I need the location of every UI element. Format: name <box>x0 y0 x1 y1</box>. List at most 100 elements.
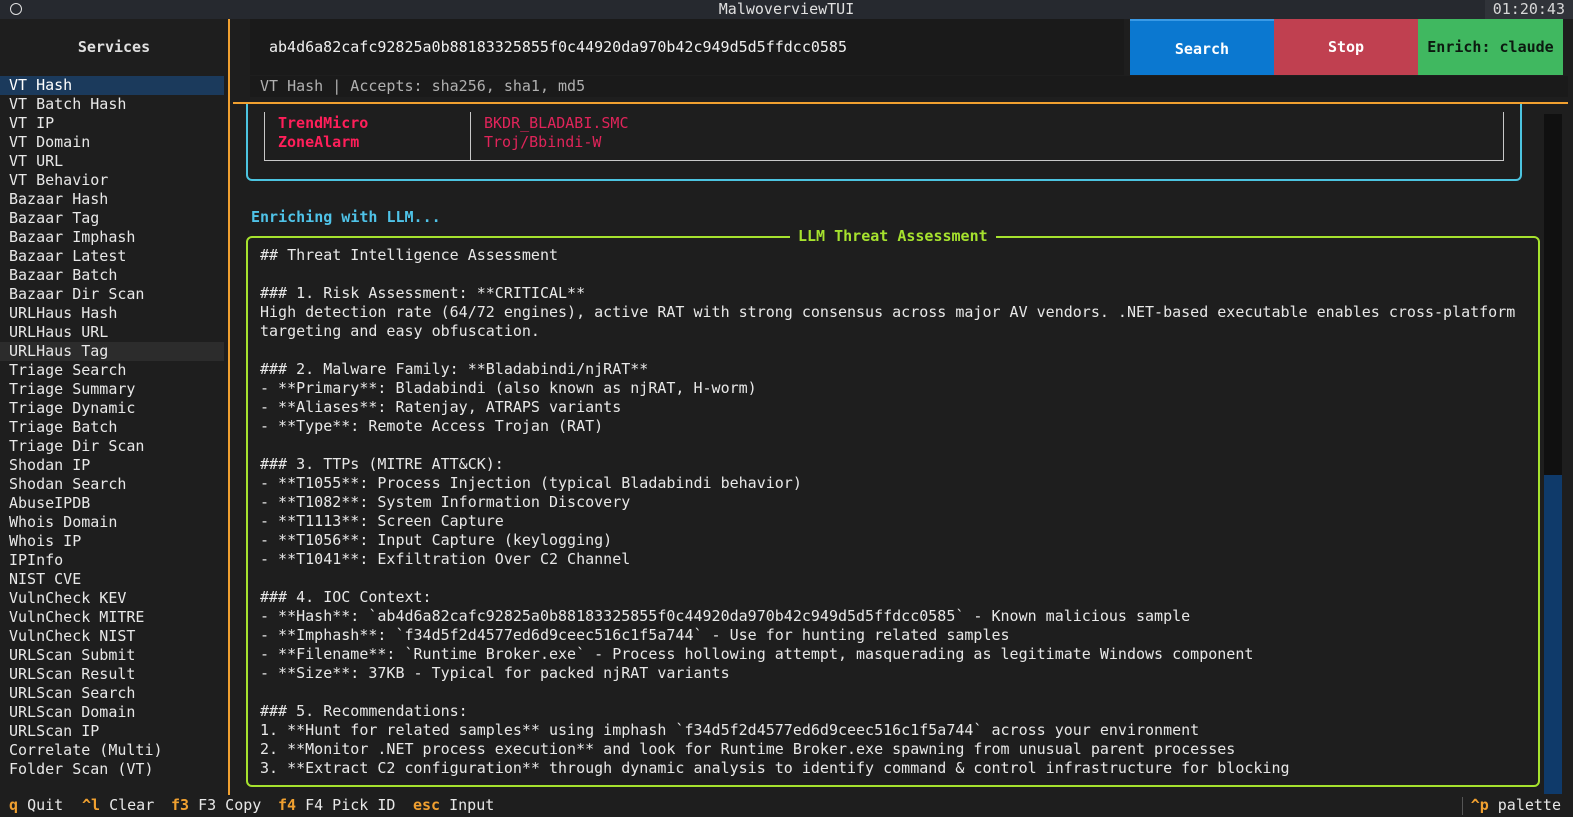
llm-text-line <box>260 683 1530 702</box>
sidebar-item[interactable]: URLHaus Tag <box>0 342 224 361</box>
sidebar-item[interactable]: VT IP <box>0 114 224 133</box>
sidebar-item[interactable]: URLScan IP <box>0 722 224 741</box>
sidebar-item[interactable]: Triage Summary <box>0 380 224 399</box>
key-label: esc <box>413 796 441 814</box>
key-label: ^p <box>1470 796 1489 814</box>
sidebar-item[interactable]: Triage Dir Scan <box>0 437 224 456</box>
llm-text-line: - **T1082**: System Information Discover… <box>260 493 631 511</box>
sidebar-item[interactable]: Triage Search <box>0 361 224 380</box>
av-vendor-cell: ZoneAlarm <box>278 133 360 151</box>
llm-text-line: 1. **Hunt for related samples** using im… <box>260 721 1200 739</box>
sidebar-item[interactable]: Bazaar Latest <box>0 247 224 266</box>
llm-text-line: - **T1113**: Screen Capture <box>260 512 504 530</box>
title-bar: MalwoverviewTUI 01:20:43 <box>0 0 1573 19</box>
sidebar-item[interactable]: Bazaar Hash <box>0 190 224 209</box>
sidebar-item[interactable]: URLScan Domain <box>0 703 224 722</box>
sidebar-item[interactable]: Bazaar Tag <box>0 209 224 228</box>
sidebar-item[interactable]: VulnCheck KEV <box>0 589 224 608</box>
av-table-column-divider <box>470 112 471 160</box>
llm-text-line: ### 1. Risk Assessment: **CRITICAL** <box>260 284 586 302</box>
services-sidebar: Services VT Hash VT Batch Hash VT IP VT Dom… <box>0 19 228 795</box>
sidebar-header: Services <box>77 38 151 56</box>
key-action: Clear <box>109 796 155 814</box>
sidebar-item[interactable]: VT Domain <box>0 133 224 152</box>
llm-panel-title: LLM Threat Assessment <box>790 227 996 246</box>
sidebar-item[interactable]: VT URL <box>0 152 224 171</box>
key-action: F3 Copy <box>198 796 262 814</box>
llm-text-line <box>260 265 1530 284</box>
sidebar-item[interactable]: Whois IP <box>0 532 224 551</box>
llm-text-line: 3. **Extract C2 configuration** through … <box>260 759 1290 777</box>
sidebar-item[interactable]: VulnCheck NIST <box>0 627 224 646</box>
sidebar-item[interactable]: Whois Domain <box>0 513 224 532</box>
llm-text-line: - **Primary**: Bladabindi (also known as… <box>260 379 757 397</box>
llm-text-line: - **Aliases**: Ratenjay, ATRAPS variants <box>260 398 622 416</box>
llm-text-line: - **T1055**: Process Injection (typical … <box>260 474 802 492</box>
keybinding-input[interactable]: esc Input <box>413 795 494 815</box>
llm-text-line: - **T1056**: Input Capture (keylogging) <box>260 531 613 549</box>
sidebar-item[interactable]: URLHaus Hash <box>0 304 224 323</box>
av-vendor-cell: TrendMicro <box>278 114 369 132</box>
keybinding-copy[interactable]: f3 F3 Copy <box>171 795 261 815</box>
sidebar-item[interactable]: URLScan Result <box>0 665 224 684</box>
sidebar-item[interactable]: VT Batch Hash <box>0 95 224 114</box>
search-button[interactable]: Search <box>1130 19 1274 75</box>
sidebar-item[interactable]: Folder Scan (VT) <box>0 760 224 779</box>
sidebar-divider <box>228 19 230 795</box>
sidebar-item[interactable]: AbuseIPDB <box>0 494 224 513</box>
sidebar-item[interactable]: VulnCheck MITRE <box>0 608 224 627</box>
sidebar-item[interactable]: URLScan Submit <box>0 646 224 665</box>
sidebar-item[interactable]: Shodan Search <box>0 475 224 494</box>
llm-text-line: - **T1041**: Exfiltration Over C2 Channe… <box>260 550 631 568</box>
llm-text-line: ### 5. Recommendations: <box>260 702 468 720</box>
llm-text-line <box>260 569 1530 588</box>
sidebar-item[interactable]: Triage Dynamic <box>0 399 224 418</box>
sidebar-item[interactable]: NIST CVE <box>0 570 224 589</box>
key-label: q <box>9 796 19 814</box>
llm-text-line: 2. **Monitor .NET process execution** an… <box>260 740 1236 758</box>
results-scrollbar-thumb[interactable] <box>1544 475 1562 794</box>
enrichment-status: Enriching with LLM... <box>251 208 441 226</box>
av-results-table <box>264 112 1504 161</box>
sidebar-item[interactable]: Bazaar Batch <box>0 266 224 285</box>
av-result-cell: BKDR_BLADABI.SMC <box>484 114 629 132</box>
hash-search-input[interactable]: ab4d6a82cafc92825a0b88183325855f0c44920d… <box>250 19 1124 75</box>
sidebar-item[interactable]: Triage Batch <box>0 418 224 437</box>
footer-keybindings: q Quit ^l Clear f3 F3 Copy f4 F4 Pick ID… <box>0 795 1573 817</box>
llm-text-line <box>260 341 1530 360</box>
llm-assessment-text: ## Threat Intelligence Assessment ### 1. … <box>260 246 1530 778</box>
llm-text-line: ### 4. IOC Context: <box>260 588 432 606</box>
key-label: f3 <box>171 796 190 814</box>
sidebar-item[interactable]: IPInfo <box>0 551 224 570</box>
sidebar-item[interactable]: URLScan Search <box>0 684 224 703</box>
sidebar-item[interactable]: VT Behavior <box>0 171 224 190</box>
sidebar-item[interactable]: Bazaar Imphash <box>0 228 224 247</box>
keybinding-clear[interactable]: ^l Clear <box>82 795 154 815</box>
llm-text-line <box>260 436 1530 455</box>
enrich-button[interactable]: Enrich: claude <box>1418 19 1563 75</box>
llm-text-line: - **Hash**: `ab4d6a82cafc92825a0b8818332… <box>260 607 1191 625</box>
input-hint: VT Hash | Accepts: sha256, sha1, md5 <box>250 76 1568 97</box>
footer-divider <box>1462 797 1463 815</box>
command-palette-binding[interactable]: ^p palette <box>1471 795 1561 815</box>
llm-text-line: - **Type**: Remote Access Trojan (RAT) <box>260 417 604 435</box>
sidebar-item[interactable]: Correlate (Multi) <box>0 741 224 760</box>
llm-text-line: ### 3. TTPs (MITRE ATT&CK): <box>260 455 504 473</box>
stop-button[interactable]: Stop <box>1274 19 1418 75</box>
key-label: f4 <box>278 796 297 814</box>
llm-text-line: targeting and easy obfuscation. <box>260 322 540 340</box>
llm-text-line: ## Threat Intelligence Assessment <box>260 246 559 264</box>
sidebar-item[interactable]: URLHaus URL <box>0 323 224 342</box>
sidebar-item[interactable]: Shodan IP <box>0 456 224 475</box>
llm-text-line: High detection rate (64/72 engines), act… <box>260 303 1516 321</box>
keybinding-pick-id[interactable]: f4 F4 Pick ID <box>278 795 395 815</box>
av-result-cell: Troj/Bbindi-W <box>484 133 602 151</box>
key-action: Input <box>449 796 495 814</box>
sidebar-item[interactable]: Bazaar Dir Scan <box>0 285 224 304</box>
key-action: palette <box>1497 796 1561 814</box>
llm-text-line: - **Imphash**: `f34d5f2d4577ed6d9ceec516… <box>260 626 1010 644</box>
keybinding-quit[interactable]: q Quit <box>9 795 63 815</box>
sidebar-item[interactable]: VT Hash <box>0 76 224 95</box>
llm-text-line: ### 2. Malware Family: **Bladabindi/njRA… <box>260 360 649 378</box>
key-action: Quit <box>27 796 64 814</box>
